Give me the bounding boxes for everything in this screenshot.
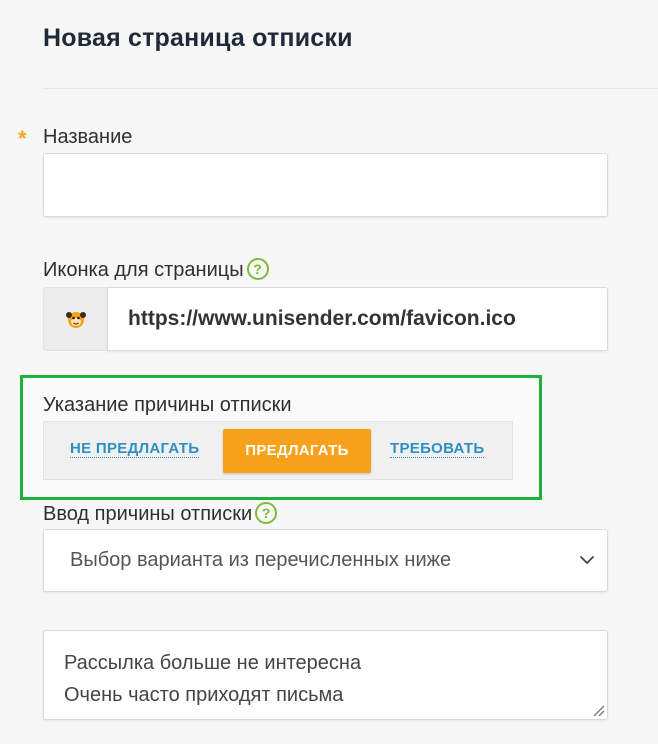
name-label: Название [43,126,133,148]
resize-handle-icon[interactable] [591,703,605,717]
title-divider [43,88,658,89]
reason-line: Слишком странные заголовки и писем [64,711,607,719]
icon-label-row: Иконка для страницы? [43,257,269,282]
unisender-monkey-favicon-icon [65,312,86,328]
chevron-down-icon [580,556,594,564]
required-mark: * [18,126,27,151]
reason-mode-toggle: НЕ ПРЕДЛАГАТЬ ПРЕДЛАГАТЬ ТРЕБОВАТЬ [43,421,513,480]
option-offer-selected[interactable]: ПРЕДЛАГАТЬ [223,429,371,473]
reason-mode-label: Указание причины отписки [43,394,292,416]
help-icon[interactable]: ? [246,257,269,280]
reasons-textarea[interactable]: Рассылка больше не интересна Очень часто… [43,630,608,720]
reason-line: Рассылка больше не интересна [64,652,362,674]
reason-input-select[interactable]: Выбор варианта из перечисленных ниже [43,529,608,592]
option-require[interactable]: ТРЕБОВАТЬ [390,440,485,458]
select-value: Выбор варианта из перечисленных ниже [70,549,452,571]
icon-url-input[interactable]: https://www.unisender.com/favicon.ico [107,287,608,351]
icon-label: Иконка для страницы [43,259,244,281]
help-icon[interactable]: ? [255,501,278,524]
page-title: Новая страница отписки [43,24,353,52]
reason-input-label-row: Ввод причины отписки? [43,501,278,526]
reason-line: Очень часто приходят письма [64,684,344,706]
option-do-not-offer[interactable]: НЕ ПРЕДЛАГАТЬ [70,440,200,458]
reason-input-label: Ввод причины отписки [43,503,253,525]
name-input[interactable] [43,153,608,217]
favicon-preview [43,287,107,351]
